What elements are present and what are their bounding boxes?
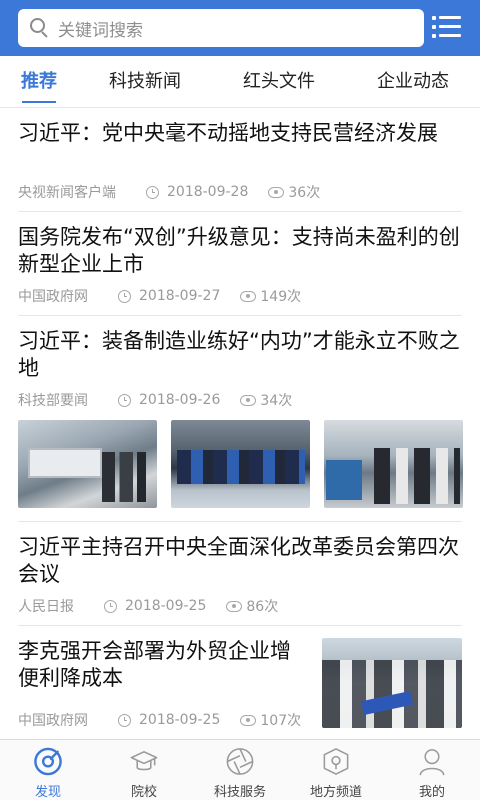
article-source: 人民日报 — [18, 599, 74, 615]
article-title: 习近平：党中央毫不动摇地支持民营经济发展 — [18, 121, 438, 145]
nav-profile[interactable]: 我的 — [384, 740, 480, 800]
article-date: 2018-09-27 — [139, 288, 221, 304]
article-source: 科技部要闻 — [18, 393, 88, 409]
tab-recommend[interactable]: 推荐 — [0, 56, 78, 107]
eye-icon — [240, 394, 257, 406]
menu-icon[interactable] — [432, 14, 462, 40]
nav-tech-services[interactable]: 科技服务 — [192, 740, 288, 800]
compass-icon — [34, 747, 62, 776]
location-cube-icon — [323, 748, 349, 775]
article-title: 习近平：装备制造业练好“内功”才能永立不败之地 — [18, 329, 460, 380]
top-bar: 关键词搜索 — [0, 0, 480, 56]
nav-schools[interactable]: 院校 — [96, 740, 192, 800]
article-thumbnail[interactable] — [18, 420, 157, 508]
article-item[interactable]: 习近平：党中央毫不动摇地支持民营经济发展 央视新闻客户端 2018-09-28 … — [18, 108, 462, 212]
graduation-cap-icon — [130, 751, 158, 771]
article-views: 34次 — [260, 393, 293, 409]
article-title: 习近平主持召开中央全面深化改革委员会第四次会议 — [18, 535, 459, 586]
search-placeholder: 关键词搜索 — [58, 20, 143, 41]
clock-icon — [104, 599, 117, 613]
category-tabs: 推荐 科技新闻 红头文件 企业动态 — [0, 56, 480, 108]
article-thumbnail[interactable] — [322, 638, 462, 728]
tab-tech-news[interactable]: 科技新闻 — [78, 56, 212, 107]
article-images — [18, 420, 463, 508]
article-item[interactable]: 国务院发布“双创”升级意见：支持尚未盈利的创新型企业上市 中国政府网 2018-… — [18, 212, 462, 316]
article-views: 149次 — [260, 289, 302, 305]
clock-icon — [146, 185, 159, 199]
eye-icon — [226, 600, 243, 612]
article-source: 中国政府网 — [18, 289, 88, 305]
nav-label: 地方频道 — [309, 785, 362, 800]
nav-label: 发现 — [34, 785, 61, 800]
article-item[interactable]: 习近平：装备制造业练好“内功”才能永立不败之地 科技部要闻 2018-09-26… — [18, 316, 463, 522]
bottom-navigation: 发现 院校 科技服务 地方频道 我的 — [0, 739, 480, 800]
tab-red-header-docs[interactable]: 红头文件 — [212, 56, 346, 107]
article-source: 央视新闻客户端 — [18, 185, 116, 201]
nav-label: 我的 — [418, 785, 445, 800]
article-views: 86次 — [246, 599, 279, 615]
clock-icon — [118, 393, 131, 407]
eye-icon — [240, 714, 257, 726]
article-title: 李克强开会部署为外贸企业增便利降成本 — [18, 639, 291, 690]
clock-icon — [118, 713, 131, 727]
article-title: 国务院发布“双创”升级意见：支持尚未盈利的创新型企业上市 — [18, 225, 460, 276]
article-meta: 中国政府网 2018-09-27 149次 — [18, 286, 301, 306]
tab-enterprise-news[interactable]: 企业动态 — [346, 56, 480, 107]
aperture-icon — [226, 748, 254, 775]
nav-discover[interactable]: 发现 — [0, 740, 96, 800]
article-views: 107次 — [260, 713, 302, 729]
article-source: 中国政府网 — [18, 713, 88, 729]
search-input[interactable]: 关键词搜索 — [18, 9, 424, 47]
article-item[interactable]: 李克强开会部署为外贸企业增便利降成本 中国政府网 2018-09-25 107次 — [18, 626, 462, 739]
article-meta: 央视新闻客户端 2018-09-28 36次 — [18, 182, 320, 202]
clock-icon — [118, 289, 131, 303]
article-date: 2018-09-25 — [125, 598, 207, 614]
nav-label: 院校 — [130, 785, 157, 800]
eye-icon — [268, 186, 285, 198]
nav-local-channel[interactable]: 地方频道 — [288, 740, 384, 800]
article-thumbnail[interactable] — [171, 420, 310, 508]
article-meta: 人民日报 2018-09-25 86次 — [18, 596, 278, 616]
article-thumbnail[interactable] — [324, 420, 463, 508]
user-icon — [419, 749, 445, 776]
article-date: 2018-09-26 — [139, 392, 221, 408]
article-date: 2018-09-25 — [139, 712, 221, 728]
article-views: 36次 — [288, 185, 321, 201]
article-meta: 中国政府网 2018-09-25 107次 — [18, 710, 301, 730]
nav-label: 科技服务 — [213, 785, 266, 800]
article-item[interactable]: 习近平主持召开中央全面深化改革委员会第四次会议 人民日报 2018-09-25 … — [18, 522, 462, 626]
eye-icon — [240, 290, 257, 302]
article-date: 2018-09-28 — [167, 184, 249, 200]
article-meta: 科技部要闻 2018-09-26 34次 — [18, 390, 292, 410]
search-icon — [30, 18, 50, 38]
